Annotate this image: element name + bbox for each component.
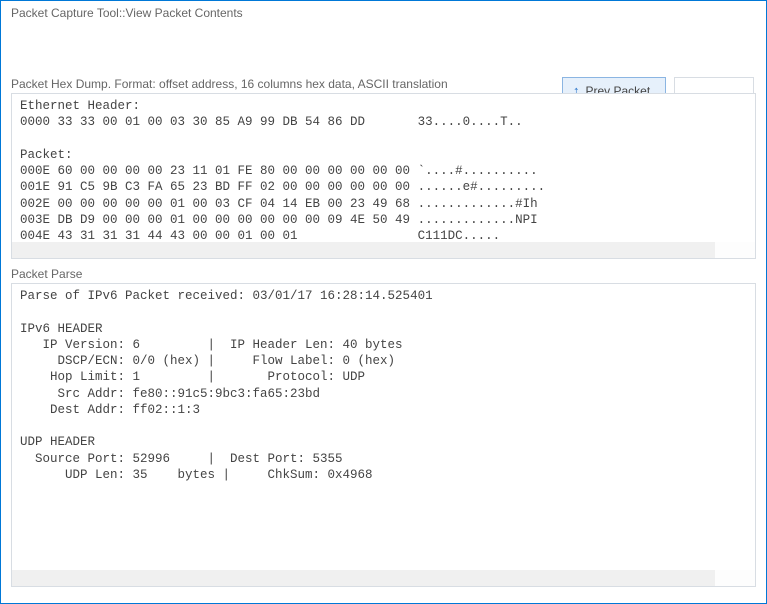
parse-header: Packet Parse <box>11 267 756 281</box>
parse-panel: Parse of IPv6 Packet received: 03/01/17 … <box>11 283 756 587</box>
scroll-track <box>12 242 755 258</box>
parse-hscrollbar[interactable] <box>12 570 755 586</box>
window-title: Packet Capture Tool::View Packet Content… <box>1 1 766 22</box>
scroll-thumb[interactable] <box>715 242 755 258</box>
hex-hscrollbar[interactable] <box>12 242 755 258</box>
hex-dump-panel: Ethernet Header: 0000 33 33 00 01 00 03 … <box>11 93 756 259</box>
hex-dump-content[interactable]: Ethernet Header: 0000 33 33 00 01 00 03 … <box>12 94 755 242</box>
scroll-track <box>12 570 755 586</box>
scroll-thumb[interactable] <box>715 570 755 586</box>
parse-content[interactable]: Parse of IPv6 Packet received: 03/01/17 … <box>12 284 755 570</box>
